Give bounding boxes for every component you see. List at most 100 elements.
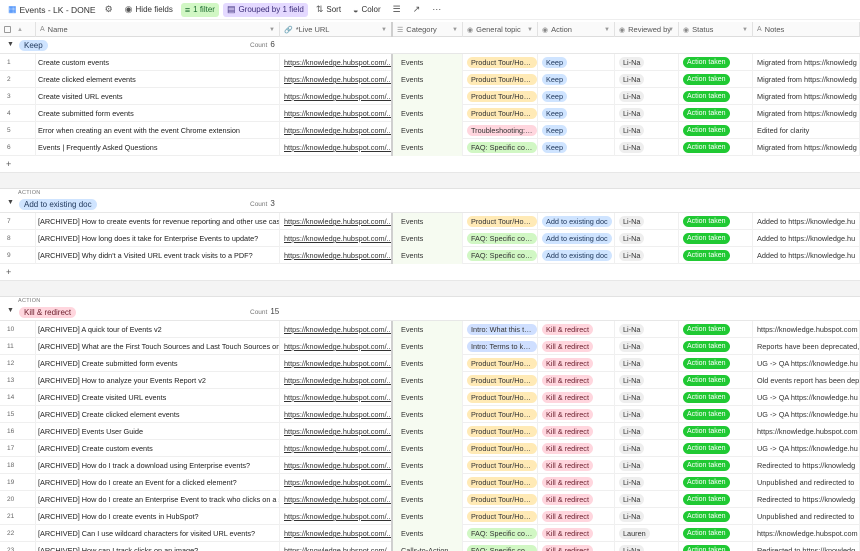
status-cell[interactable]: Action taken xyxy=(679,54,753,71)
general-topic-cell[interactable]: Product Tour/How... xyxy=(463,457,538,474)
action-cell[interactable]: Kill & redirect xyxy=(538,406,615,423)
live-url-cell[interactable]: https://knowledge.hubspot.com/... xyxy=(280,355,393,372)
plus-icon[interactable]: + xyxy=(6,267,11,277)
chevron-down-icon[interactable]: ▼ xyxy=(527,27,533,33)
category-cell[interactable]: Events xyxy=(393,474,463,491)
reviewed-by-cell[interactable]: Li-Na xyxy=(615,355,679,372)
reviewed-by-cell[interactable]: Li-Na xyxy=(615,389,679,406)
category-cell[interactable]: Events xyxy=(393,338,463,355)
action-cell[interactable]: Add to existing doc xyxy=(538,247,615,264)
action-cell[interactable]: Kill & redirect xyxy=(538,389,615,406)
table-row[interactable]: 10 [ARCHIVED] A quick tour of Events v2 ht… xyxy=(0,321,860,338)
plus-icon[interactable]: + xyxy=(6,159,11,169)
reviewed-by-cell[interactable]: Li-Na xyxy=(615,542,679,551)
reviewed-by-cell[interactable]: Li-Na xyxy=(615,491,679,508)
live-url-link[interactable]: https://knowledge.hubspot.com/... xyxy=(284,512,391,521)
general-topic-cell[interactable]: Product Tour/How... xyxy=(463,389,538,406)
general-topic-cell[interactable]: Product Tour/How... xyxy=(463,213,538,230)
action-cell[interactable]: Keep xyxy=(538,71,615,88)
general-topic-cell[interactable]: Product Tour/How... xyxy=(463,491,538,508)
collapse-triangle-icon[interactable]: ▼ xyxy=(7,307,14,314)
live-url-link[interactable]: https://knowledge.hubspot.com/... xyxy=(284,495,391,504)
chevron-down-icon[interactable]: ▼ xyxy=(381,27,387,33)
live-url-cell[interactable]: https://knowledge.hubspot.com/... xyxy=(280,440,393,457)
live-url-cell[interactable]: https://knowledge.hubspot.com/... xyxy=(280,338,393,355)
notes-cell[interactable]: Old events report has been dep xyxy=(753,372,860,389)
column-header-general-topic[interactable]: ◉ General topic ▼ xyxy=(463,22,538,37)
table-row[interactable]: 14 [ARCHIVED] Create visited URL events ht… xyxy=(0,389,860,406)
reviewed-by-cell[interactable]: Li-Na xyxy=(615,247,679,264)
reviewed-by-cell[interactable]: Li-Na xyxy=(615,139,679,156)
general-topic-cell[interactable]: FAQ: Specific com... xyxy=(463,247,538,264)
live-url-link[interactable]: https://knowledge.hubspot.com/... xyxy=(284,444,391,453)
status-cell[interactable]: Action taken xyxy=(679,139,753,156)
table-row[interactable]: 21 [ARCHIVED] How do I create events in H… xyxy=(0,508,860,525)
action-cell[interactable]: Add to existing doc xyxy=(538,213,615,230)
reviewed-by-cell[interactable]: Li-Na xyxy=(615,230,679,247)
live-url-link[interactable]: https://knowledge.hubspot.com/... xyxy=(284,342,391,351)
reviewed-by-cell[interactable]: Li-Na xyxy=(615,508,679,525)
live-url-cell[interactable]: https://knowledge.hubspot.com/... xyxy=(280,71,393,88)
table-row[interactable]: 16 [ARCHIVED] Events User Guide https://kn… xyxy=(0,423,860,440)
notes-cell[interactable]: https://knowledge.hubspot.com xyxy=(753,423,860,440)
group-header[interactable]: ▼ ACTION Kill & redirect Count 15 xyxy=(0,297,860,321)
category-cell[interactable]: Events xyxy=(393,525,463,542)
general-topic-cell[interactable]: Product Tour/How... xyxy=(463,423,538,440)
category-cell[interactable]: Events xyxy=(393,372,463,389)
notes-cell[interactable]: Migrated from https://knowledg xyxy=(753,88,860,105)
column-header-notes[interactable]: A Notes xyxy=(753,22,860,37)
live-url-cell[interactable]: https://knowledge.hubspot.com/... xyxy=(280,321,393,338)
table-row[interactable]: 8 [ARCHIVED] How long does it take for En… xyxy=(0,230,860,247)
group-header[interactable]: ▼ ACTION Add to existing doc Count 3 xyxy=(0,189,860,213)
table-row[interactable]: 2 Create clicked element events https://kn… xyxy=(0,71,860,88)
live-url-cell[interactable]: https://knowledge.hubspot.com/... xyxy=(280,406,393,423)
reviewed-by-cell[interactable]: Li-Na xyxy=(615,372,679,389)
live-url-cell[interactable]: https://knowledge.hubspot.com/... xyxy=(280,105,393,122)
action-cell[interactable]: Kill & redirect xyxy=(538,542,615,551)
live-url-cell[interactable]: https://knowledge.hubspot.com/... xyxy=(280,457,393,474)
live-url-cell[interactable]: https://knowledge.hubspot.com/... xyxy=(280,213,393,230)
reviewed-by-cell[interactable]: Li-Na xyxy=(615,338,679,355)
chevron-down-icon[interactable]: ▼ xyxy=(742,27,748,33)
action-cell[interactable]: Keep xyxy=(538,54,615,71)
row-height-button[interactable]: ☰ xyxy=(389,3,405,17)
name-cell[interactable]: Create visited URL events xyxy=(36,88,280,105)
action-cell[interactable]: Kill & redirect xyxy=(538,474,615,491)
reviewed-by-cell[interactable]: Li-Na xyxy=(615,105,679,122)
category-cell[interactable]: Calls-to-Action Ev xyxy=(393,542,463,551)
reviewed-by-cell[interactable]: Li-Na xyxy=(615,122,679,139)
notes-cell[interactable]: Reports have been deprecated, xyxy=(753,338,860,355)
live-url-cell[interactable]: https://knowledge.hubspot.com/... xyxy=(280,423,393,440)
live-url-link[interactable]: https://knowledge.hubspot.com/... xyxy=(284,75,391,84)
general-topic-cell[interactable]: Product Tour/How... xyxy=(463,474,538,491)
live-url-link[interactable]: https://knowledge.hubspot.com/... xyxy=(284,376,391,385)
chevron-down-icon[interactable]: ▼ xyxy=(668,27,674,33)
name-cell[interactable]: Create custom events xyxy=(36,54,280,71)
view-switcher[interactable]: ▦ Events - LK - DONE ⚙ xyxy=(4,3,117,17)
category-cell[interactable]: Events xyxy=(393,423,463,440)
table-row[interactable]: 20 [ARCHIVED] How do I create an Enterpri… xyxy=(0,491,860,508)
live-url-link[interactable]: https://knowledge.hubspot.com/... xyxy=(284,217,391,226)
table-row[interactable]: 7 [ARCHIVED] How to create events for rev… xyxy=(0,213,860,230)
action-cell[interactable]: Kill & redirect xyxy=(538,491,615,508)
reviewed-by-cell[interactable]: Li-Na xyxy=(615,406,679,423)
status-cell[interactable]: Action taken xyxy=(679,321,753,338)
reviewed-by-cell[interactable]: Lauren xyxy=(615,525,679,542)
live-url-link[interactable]: https://knowledge.hubspot.com/... xyxy=(284,461,391,470)
notes-cell[interactable]: Redirected to https://knowledg xyxy=(753,491,860,508)
category-cell[interactable]: Events xyxy=(393,406,463,423)
category-cell[interactable]: Events xyxy=(393,355,463,372)
name-cell[interactable]: [ARCHIVED] Can I use wildcard characters… xyxy=(36,525,280,542)
category-cell[interactable]: Events xyxy=(393,230,463,247)
name-cell[interactable]: [ARCHIVED] How do I create events in Hub… xyxy=(36,508,280,525)
action-cell[interactable]: Add to existing doc xyxy=(538,230,615,247)
notes-cell[interactable]: UG -> QA https://knowledge.hu xyxy=(753,355,860,372)
general-topic-cell[interactable]: Product Tour/How... xyxy=(463,406,538,423)
status-cell[interactable]: Action taken xyxy=(679,247,753,264)
action-cell[interactable]: Keep xyxy=(538,122,615,139)
action-cell[interactable]: Kill & redirect xyxy=(538,321,615,338)
category-cell[interactable]: Events xyxy=(393,122,463,139)
table-row[interactable]: 13 [ARCHIVED] How to analyze your Events … xyxy=(0,372,860,389)
hide-fields-button[interactable]: ◉ Hide fields xyxy=(121,3,177,17)
live-url-cell[interactable]: https://knowledge.hubspot.com/... xyxy=(280,230,393,247)
